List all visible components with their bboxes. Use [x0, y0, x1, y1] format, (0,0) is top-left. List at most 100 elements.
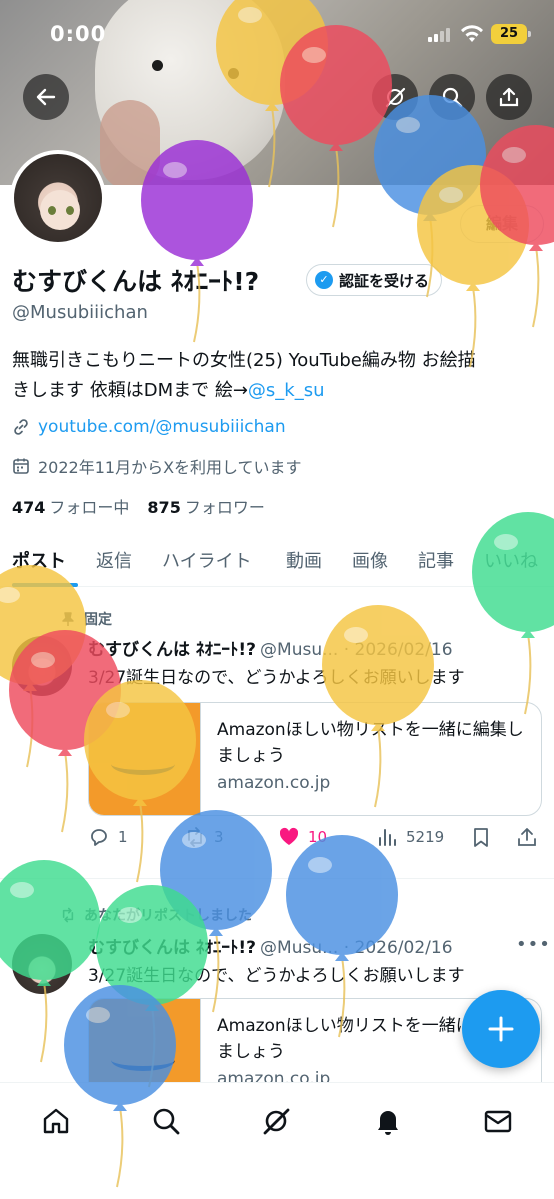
repost-label: あなたがリポストしました [84, 908, 252, 924]
link-icon [14, 419, 28, 435]
grok-button[interactable] [372, 74, 418, 120]
website-link[interactable]: youtube.com/@musubiiichan [38, 417, 286, 437]
nav-notifications[interactable] [368, 1101, 408, 1141]
post-actions: 1 3 10 5219 [88, 826, 542, 850]
status-time: 0:00 [50, 22, 107, 46]
bell-icon [378, 1111, 398, 1135]
wifi-icon [461, 25, 483, 42]
share-button[interactable] [486, 74, 532, 120]
battery-indicator: 25 [491, 24, 531, 44]
post-header: むすびくんは ﾈｵﾆｰﾄ!? @Musu... · 2026/02/16 [88, 933, 453, 958]
pinned-label: 固定 [84, 612, 112, 628]
repost-indicator: あなたがリポストしました [60, 905, 252, 925]
followers-link[interactable]: 875 フォロワー [147, 494, 264, 518]
repost-icon [188, 827, 202, 847]
back-button[interactable] [23, 74, 69, 120]
profile-tabs: ポスト 返信 ハイライト 動画 画像 記事 いいね [0, 533, 554, 587]
search-icon [442, 87, 463, 108]
compose-button[interactable] [462, 990, 540, 1068]
cellular-signal-icon [428, 28, 450, 42]
grok-icon [263, 1108, 290, 1135]
link-card[interactable]: Amazonほしい物リストを一緒に編集しましょう amazon.co.jp [88, 702, 542, 816]
nav-home[interactable] [36, 1101, 76, 1141]
post-header: むすびくんは ﾈｵﾆｰﾄ!? @Musu... · 2026/02/16 [88, 635, 453, 660]
status-bar: 0:00 25 [0, 0, 554, 70]
share-icon [518, 828, 536, 846]
profile-bio: 無職引きこもりニートの女性(25) YouTube編み物 お絵描 きします 依頼… [12, 346, 542, 406]
profile-website[interactable]: youtube.com/@musubiiichan [12, 417, 286, 437]
post-author-name[interactable]: むすびくんは ﾈｵﾆｰﾄ!? [88, 640, 256, 660]
arrow-left-icon [36, 88, 56, 106]
share-icon [499, 87, 519, 107]
nav-messages[interactable] [478, 1101, 518, 1141]
verify-label: 認証を受ける [339, 271, 430, 290]
active-tab-indicator [12, 583, 78, 587]
edit-profile-button[interactable]: 編集 [460, 205, 544, 243]
tab-videos[interactable]: 動画 [286, 547, 322, 573]
plus-icon [488, 1016, 514, 1042]
following-link[interactable]: 474 フォロー中 [12, 494, 129, 518]
repost-button[interactable]: 3 [184, 826, 224, 848]
following-label: フォロー中 [49, 498, 130, 517]
heart-icon [279, 827, 299, 845]
calendar-icon [13, 458, 29, 474]
followers-label: フォロワー [184, 498, 265, 517]
like-button[interactable]: 10 [278, 826, 327, 848]
tab-likes[interactable]: いいね [484, 547, 538, 573]
bio-line-1: 無職引きこもりニートの女性(25) YouTube編み物 お絵描 [12, 350, 476, 371]
card-domain: amazon.co.jp [217, 773, 331, 793]
more-options-icon[interactable]: ••• [516, 934, 551, 955]
pin-icon [62, 612, 74, 626]
post-text: 3/27誕生日なので、どうかよろしくお願いします [88, 668, 465, 688]
get-verified-button[interactable]: ✓ 認証を受ける [306, 264, 443, 296]
post-author-name[interactable]: むすびくんは ﾈｵﾆｰﾄ!? [88, 938, 256, 958]
post-text: 3/27誕生日なので、どうかよろしくお願いします [88, 966, 465, 986]
mail-icon [484, 1110, 512, 1133]
tab-photos[interactable]: 画像 [352, 547, 388, 573]
pinned-indicator: 固定 [60, 609, 112, 629]
join-date: 2022年11月からXを利用しています [12, 454, 302, 478]
post-divider [0, 878, 554, 879]
repost-icon [62, 907, 74, 923]
bookmark-icon [474, 828, 488, 847]
bio-text: きします 依頼はDMまで 絵→ [12, 380, 248, 401]
tab-replies[interactable]: 返信 [96, 547, 132, 573]
post-meta: @Musu... · 2026/02/16 [260, 640, 453, 660]
display-name: むすびくんは ﾈｵﾆｰﾄ!? [12, 267, 260, 296]
verified-badge-icon: ✓ [315, 271, 333, 289]
post-author-avatar[interactable] [12, 636, 72, 696]
bottom-nav [0, 1082, 554, 1199]
tab-posts[interactable]: ポスト [12, 547, 66, 573]
bio-mention-link[interactable]: @s_k_su [248, 380, 325, 401]
view-count: 5219 [406, 828, 445, 846]
tab-highlights[interactable]: ハイライト [162, 547, 252, 573]
profile-avatar[interactable] [10, 150, 106, 246]
reply-count: 1 [118, 828, 128, 846]
follow-stats: 474 フォロー中 875 フォロワー [12, 494, 265, 518]
post-author-avatar[interactable] [12, 934, 72, 994]
card-title: Amazonほしい物リストを一緒に編集しましょう [217, 720, 524, 766]
tab-articles[interactable]: 記事 [418, 547, 454, 573]
home-icon [43, 1108, 69, 1134]
avatar-eye [48, 206, 56, 215]
profile-handle: @Musubiiichan [12, 302, 148, 323]
nav-grok[interactable] [256, 1101, 296, 1141]
amazon-logo-thumbnail [89, 703, 201, 815]
post-meta: @Musu... · 2026/02/16 [260, 938, 453, 958]
search-icon [153, 1108, 180, 1135]
avatar-eye [66, 206, 74, 215]
views-button[interactable]: 5219 [376, 826, 444, 848]
nav-search[interactable] [146, 1101, 186, 1141]
following-count: 474 [12, 498, 46, 517]
search-button[interactable] [429, 74, 475, 120]
bio-line-2: きします 依頼はDMまで 絵→@s_k_su [12, 376, 542, 406]
avatar-face [40, 190, 80, 230]
reply-button[interactable]: 1 [88, 826, 128, 848]
views-icon [379, 829, 396, 846]
repost-count: 3 [214, 828, 224, 846]
bookmark-button[interactable] [470, 826, 492, 848]
grok-icon [385, 87, 406, 108]
share-post-button[interactable] [516, 826, 538, 848]
join-date-text: 2022年11月からXを利用しています [38, 458, 302, 477]
like-count: 10 [308, 828, 328, 846]
